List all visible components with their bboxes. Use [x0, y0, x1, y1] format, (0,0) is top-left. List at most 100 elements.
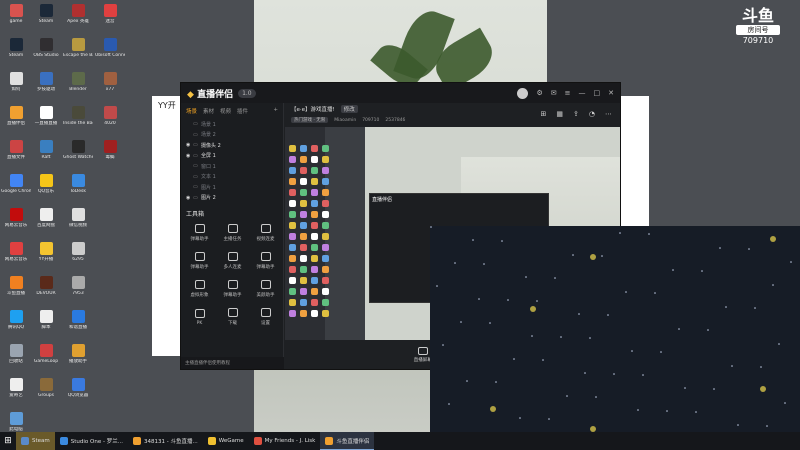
taskbar-item[interactable]: WeGame	[203, 432, 249, 450]
desktop-shortcut[interactable]: Blender	[66, 70, 90, 103]
desktop-shortcut[interactable]: 腾讯QQ	[4, 308, 28, 341]
tool-button[interactable]: 美颜助手	[249, 276, 282, 302]
scene-tab[interactable]: 场景	[186, 107, 197, 115]
settings-icon[interactable]: ⚙	[536, 89, 542, 97]
desktop-shortcut[interactable]: 爱奇艺	[4, 376, 28, 409]
desktop-shortcut[interactable]: DEVOUR	[34, 274, 58, 307]
dark-overlay-window[interactable]	[430, 226, 800, 432]
tool-button[interactable]: 弹幕助手	[216, 276, 249, 302]
desktop-shortcut[interactable]: 7953	[66, 274, 90, 307]
desktop-shortcut[interactable]: Apex 英雄	[66, 2, 90, 35]
desktop-shortcut[interactable]: 网易云音乐	[4, 240, 28, 273]
desktop-shortcut[interactable]: Groups	[34, 376, 58, 409]
desktop-shortcut[interactable]: 脚本	[34, 308, 58, 341]
scene-item[interactable]: ◉ ▭ 图片 2	[181, 193, 283, 204]
desktop-shortcut[interactable]: 4020	[98, 104, 122, 137]
tool-button[interactable]: 设置	[249, 304, 282, 330]
desktop-shortcut[interactable]: 微信视频	[66, 206, 90, 239]
tool-button[interactable]: 弹幕助手	[249, 248, 282, 274]
minimize-icon[interactable]: —	[579, 89, 586, 97]
edit-title-button[interactable]: 修改	[340, 105, 358, 113]
yy-window-title: YY开	[158, 101, 176, 110]
shortcut-label: YY开播	[38, 257, 54, 262]
grid-icon[interactable]: ▦	[556, 110, 563, 118]
tool-button[interactable]: 视频连麦	[249, 220, 282, 246]
desktop-shortcut[interactable]: 如何	[4, 70, 28, 103]
visibility-icon[interactable]: ◉	[186, 142, 193, 148]
tool-button[interactable]: 多人连麦	[216, 248, 249, 274]
desktop-shortcut[interactable]: Google Chrome	[1, 172, 31, 205]
desktop-shortcut[interactable]: ToDesk	[66, 172, 90, 205]
desktop-shortcut[interactable]: 网易云音乐	[4, 206, 28, 239]
scene-item[interactable]: ▭ 文本 1	[181, 172, 283, 183]
scene-tab[interactable]: 素材	[203, 107, 214, 115]
scene-item[interactable]: ▭ 图片 1	[181, 182, 283, 193]
desktop-shortcut[interactable]: 迷宫	[98, 2, 122, 35]
taskbar-item[interactable]: 348131 - 斗鱼直播...	[128, 432, 203, 450]
menu-icon[interactable]: ≡	[565, 89, 571, 97]
tool-button[interactable]: 弹幕助手	[183, 220, 216, 246]
scene-item[interactable]: ◉ ▭ 摄像头 2	[181, 140, 283, 151]
visibility-icon[interactable]: ◉	[186, 153, 193, 159]
scene-item[interactable]: ▭ 场景 2	[181, 130, 283, 141]
taskbar-item[interactable]: 斗鱼直播伴侣	[320, 432, 375, 450]
tool-button[interactable]: 下载	[216, 304, 249, 330]
desktop-shortcut[interactable]: QQ音乐	[34, 172, 58, 205]
sparkle-icon	[770, 236, 776, 242]
scene-item[interactable]: ▭ 窗口 1	[181, 161, 283, 172]
desktop-shortcut[interactable]: Steam	[4, 36, 28, 69]
category-tag[interactable]: 热门游戏 · 无限	[291, 117, 329, 123]
desktop-shortcut[interactable]: Raft	[34, 138, 58, 171]
scene-item[interactable]: ◉ ▭ 全屏 1	[181, 151, 283, 162]
desktop-shortcut[interactable]: x77	[98, 70, 122, 103]
desktop-shortcut[interactable]: 播放助手	[66, 342, 90, 375]
taskbar-item[interactable]: My Friends - J. Lisk	[249, 432, 321, 450]
desktop-shortcut[interactable]: 回收站	[4, 342, 28, 375]
taskbar-item[interactable]: Steam	[16, 432, 55, 450]
visibility-icon[interactable]: ◉	[186, 195, 193, 201]
desktop-shortcut[interactable]: 毒蝎	[98, 138, 122, 171]
desktop-shortcut[interactable]: 罗技驱动	[34, 70, 58, 103]
scene-tab[interactable]: 视频	[220, 107, 231, 115]
emote-thumbnail	[300, 233, 307, 240]
scene-tab[interactable]: 插件	[237, 107, 248, 115]
tool-button[interactable]: PK	[183, 304, 216, 330]
desktop-shortcut[interactable]: Inside the Backrooms	[63, 104, 93, 137]
desktop-shortcut[interactable]: GameLoop	[34, 342, 58, 375]
desktop-shortcut[interactable]: game	[4, 2, 28, 35]
scene-item[interactable]: ▭ 场景 1	[181, 119, 283, 130]
desktop-shortcut[interactable]: QQ浏览器	[66, 376, 90, 409]
star-dot	[548, 418, 550, 420]
tool-button[interactable]: 虚拟形象	[183, 276, 216, 302]
desktop-shortcut[interactable]: Ghost Watchers	[63, 138, 93, 171]
close-icon[interactable]: ✕	[608, 89, 614, 97]
windows-start-icon[interactable]: ⊞	[0, 432, 16, 450]
desktop-shortcut[interactable]: 和谐直播	[66, 308, 90, 341]
more-icon[interactable]: ⋯	[605, 110, 612, 118]
gift-icon[interactable]: ⊞	[541, 110, 547, 118]
shortcut-label: ToDesk	[70, 189, 86, 194]
share-icon[interactable]: ⇪	[573, 110, 579, 118]
desktop-shortcut[interactable]: 一直播直播	[34, 104, 58, 137]
tool-button[interactable]: 主播任务	[216, 220, 249, 246]
taskbar-item[interactable]: Studio One - 罗兰...	[55, 432, 128, 450]
message-icon[interactable]: ✉	[551, 89, 557, 97]
emote-thumbnail	[300, 266, 307, 273]
desktop-shortcut[interactable]: 斗鱼直播	[4, 274, 28, 307]
desktop-shortcut[interactable]: Steam	[34, 2, 58, 35]
avatar[interactable]	[517, 87, 529, 99]
tool-button[interactable]: 弹幕助手	[183, 248, 216, 274]
desktop-shortcut[interactable]: 直播文件	[4, 138, 28, 171]
tutorial-link[interactable]: 主播直播伴侣使用教程	[181, 357, 284, 369]
desktop-shortcut[interactable]: 6295	[66, 240, 90, 273]
desktop-shortcut[interactable]: Ubisoft Connect	[95, 36, 125, 69]
desktop-shortcut[interactable]: Escape the Backrooms	[63, 36, 93, 69]
desktop-shortcut[interactable]: OBS Studio	[33, 36, 59, 69]
desktop-shortcut[interactable]: YY开播	[34, 240, 58, 273]
app-icon	[71, 344, 85, 357]
add-scene-icon[interactable]: +	[273, 107, 278, 115]
bell-icon[interactable]: ◔	[589, 110, 595, 118]
desktop-shortcut[interactable]: 百度网盘	[34, 206, 58, 239]
desktop-shortcut[interactable]: 直播伴侣	[4, 104, 28, 137]
maximize-icon[interactable]: □	[594, 89, 601, 97]
